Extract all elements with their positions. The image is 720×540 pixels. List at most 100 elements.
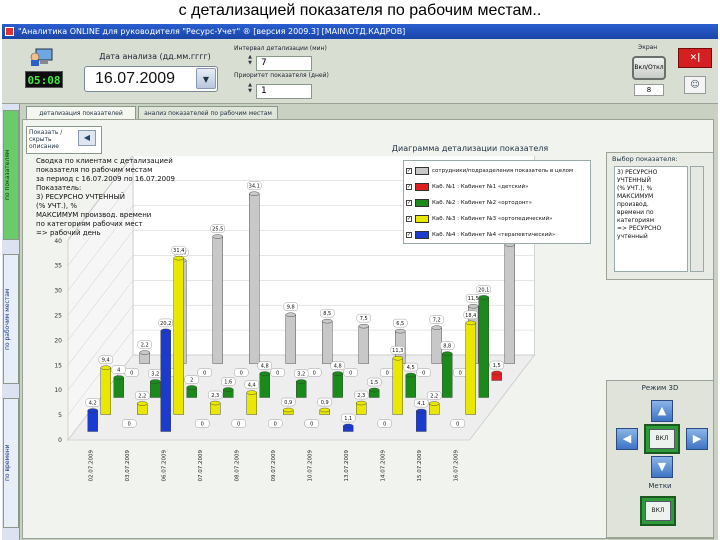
y-tick-label: 25 <box>54 313 62 320</box>
data-label: 0,9 <box>321 400 329 406</box>
tab-detail[interactable]: детализация показателей <box>26 106 136 120</box>
legend-item[interactable]: ✓ Каб. №4 : Кабинет №4 «терапевтический» <box>406 227 588 243</box>
chart-bar-top <box>478 295 489 300</box>
mode-3d-toggle-label: ВКЛ <box>649 429 675 449</box>
x-tick-label: 06.07.2009 <box>161 450 167 482</box>
checkbox-icon[interactable]: ✓ <box>406 216 412 222</box>
data-label: 7,2 <box>433 318 441 324</box>
help-icon[interactable]: ☺ <box>684 76 706 94</box>
interval-field[interactable]: 7 <box>256 56 312 71</box>
list-item[interactable]: учтенный <box>617 233 685 241</box>
chart-bar-top <box>173 255 184 261</box>
data-label: 34,1 <box>249 184 260 190</box>
y-tick-label: 40 <box>54 238 62 245</box>
labels-toggle-button[interactable]: ВКЛ <box>640 496 676 526</box>
data-label: 9,4 <box>102 358 110 364</box>
exit-icon[interactable]: ✕| <box>678 48 712 68</box>
chart-bar <box>358 325 369 364</box>
arrow-left-icon[interactable]: ◀ <box>616 428 638 450</box>
chart-bar-top <box>429 401 440 406</box>
data-label: 2,2 <box>138 394 146 400</box>
y-tick-label: 0 <box>58 437 62 444</box>
data-label: 0,9 <box>284 400 292 406</box>
chart-bar <box>332 373 343 398</box>
chart-bar-top <box>416 408 427 414</box>
arrow-down-icon[interactable]: ▼ <box>651 456 673 478</box>
data-label: 4,8 <box>261 364 269 370</box>
chart-bar <box>160 330 171 432</box>
checkbox-icon[interactable]: ✓ <box>406 184 412 190</box>
chart-bar <box>405 374 416 398</box>
legend-item[interactable]: ✓ сотрудники/подразделения показатель в ц… <box>406 163 588 179</box>
x-tick-label: 16.07.2009 <box>453 450 459 482</box>
clock-display: 05:08 <box>25 71 63 88</box>
list-item[interactable]: категориям <box>617 217 685 225</box>
sidebar-tab-time[interactable]: по времени <box>3 398 19 528</box>
y-tick-label: 30 <box>54 288 62 295</box>
chart-bar <box>87 410 98 432</box>
sidebar-tab-workplaces[interactable]: по рабочим местам <box>3 254 19 384</box>
chart-bar <box>442 353 453 398</box>
sidebar: по показателям по рабочим местам по врем… <box>2 104 20 540</box>
data-label: 8,5 <box>323 311 331 317</box>
chart-bar <box>392 358 403 415</box>
list-item[interactable]: => РЕСУРСНО <box>617 225 685 233</box>
checkbox-icon[interactable]: ✓ <box>406 168 412 174</box>
spinner-arrows-icon[interactable]: ▲ ▼ <box>246 82 254 94</box>
chart-bar-top <box>358 323 369 329</box>
chart-bar-top <box>343 423 354 429</box>
data-label: 4,1 <box>417 401 425 407</box>
list-item[interactable]: времени по <box>617 209 685 217</box>
chart-bar <box>504 244 515 364</box>
screen-toggle-button[interactable]: Вкл/Откл <box>632 56 666 80</box>
mode-3d-toggle-button[interactable]: ВКЛ <box>644 424 680 454</box>
chart-bar <box>100 367 111 415</box>
x-tick-label: 10.07.2009 <box>307 450 313 482</box>
chart-bar-top <box>332 371 343 376</box>
chart-bar <box>173 257 184 415</box>
chart-bar-top <box>246 390 257 395</box>
chart-bar-top <box>150 379 161 384</box>
data-label: 2,3 <box>211 393 219 399</box>
indicator-list[interactable]: 3) РЕСУРСНО УЧТЕННЫЙ (% УЧТ.), % МАКСИМУ… <box>614 166 688 272</box>
list-item[interactable]: МАКСИМУМ производ. <box>617 193 685 209</box>
chart-bar <box>212 236 223 364</box>
data-label: 31,4 <box>173 248 184 254</box>
data-label: 0 <box>274 422 277 428</box>
data-label: 4,2 <box>89 401 97 407</box>
labels-toggle-label: ВКЛ <box>645 501 671 521</box>
legend-swatch <box>415 199 429 207</box>
chart-description: Сводка по клиентам с детализацией показа… <box>36 157 196 238</box>
arrow-up-icon[interactable]: ▲ <box>651 400 673 422</box>
tab-workplace-analysis[interactable]: анализ показателей по рабочим местам <box>138 106 278 120</box>
legend-swatch <box>415 183 429 191</box>
legend-item[interactable]: ✓ Каб. №1 : Кабинет №1 «детский» <box>406 179 588 195</box>
chart-bar-top <box>160 328 171 334</box>
x-tick-label: 07.07.2009 <box>198 450 204 482</box>
screen-value[interactable]: 8 <box>634 84 664 96</box>
chart-bar-top <box>395 328 406 334</box>
checkbox-icon[interactable]: ✓ <box>406 200 412 206</box>
list-item[interactable]: (% УЧТ.), % <box>617 185 685 193</box>
desc-line: показателя по рабочим местам <box>36 166 153 174</box>
arrow-right-icon[interactable]: ▶ <box>686 428 708 450</box>
page-caption: с детализацией показателя по рабочим мес… <box>178 2 542 19</box>
chart-bar-top <box>369 387 380 393</box>
sidebar-tab-indicators[interactable]: по показателям <box>3 110 19 240</box>
priority-field[interactable]: 1 <box>256 84 312 99</box>
legend-item[interactable]: ✓ Каб. №3 : Кабинет №3 «ортопедический» <box>406 211 588 227</box>
checkbox-icon[interactable]: ✓ <box>406 232 412 238</box>
legend-label: Каб. №3 : Кабинет №3 «ортопедический» <box>432 216 553 222</box>
legend-item[interactable]: ✓ Каб. №2 : Кабинет №2 «ортодонт» <box>406 195 588 211</box>
list-item[interactable]: 3) РЕСУРСНО <box>617 169 685 177</box>
indicator-scrollbar[interactable] <box>690 166 704 272</box>
chevron-down-icon[interactable]: ▼ <box>196 68 216 89</box>
data-label: 0 <box>310 422 313 428</box>
data-label: 4,8 <box>334 364 342 370</box>
chart-bar-top <box>223 387 234 392</box>
chart-bar-top <box>186 385 197 390</box>
spinner-arrows-icon[interactable]: ▲ ▼ <box>246 54 254 66</box>
arrow-left-icon[interactable]: ◀ <box>78 130 96 146</box>
list-item[interactable]: УЧТЕННЫЙ <box>617 177 685 185</box>
chart-bar-top <box>137 401 148 406</box>
